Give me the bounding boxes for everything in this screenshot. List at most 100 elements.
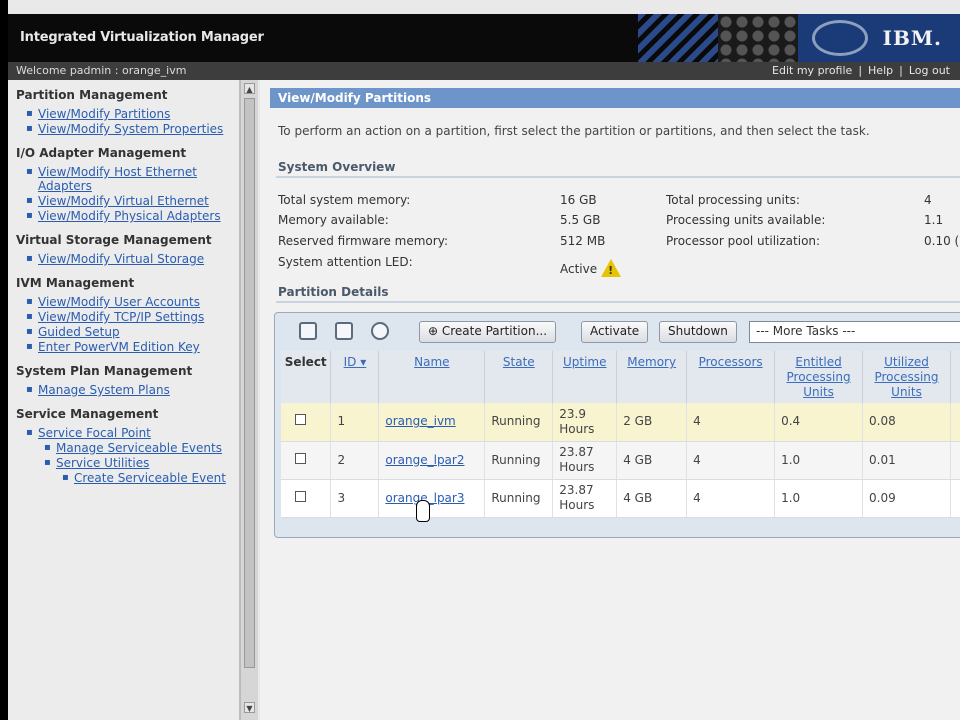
- add-icon: ⊕: [428, 324, 442, 338]
- edit-profile-link[interactable]: Edit my profile: [772, 64, 852, 77]
- cell-uptime: 23.87 Hours: [552, 479, 618, 518]
- nav-heading: Partition Management: [16, 88, 168, 102]
- partition-table: Select ID ▾ Name State Uptime Memory Pro…: [281, 351, 960, 518]
- overview-label: Reserved firmware memory:: [278, 234, 448, 248]
- col-name[interactable]: Name: [378, 351, 486, 403]
- row-checkbox[interactable]: [295, 414, 306, 426]
- nav-item-label[interactable]: View/Modify Virtual Ethernet: [38, 194, 209, 208]
- cell-state: Running: [484, 403, 554, 442]
- sort-arrow-icon[interactable]: ▾: [356, 355, 366, 369]
- nav-item-label[interactable]: View/Modify User Accounts: [38, 295, 200, 309]
- table-row[interactable]: 2 orange_lpar2 Running 23.87 Hours 4 GB …: [281, 441, 960, 480]
- nav-subitem-serviceable-events[interactable]: Manage Serviceable Events: [44, 441, 231, 455]
- nav-item-powervm-key[interactable]: Enter PowerVM Edition Key: [26, 340, 231, 354]
- nav-item-physical-adapters[interactable]: View/Modify Physical Adapters: [26, 209, 231, 223]
- column-label[interactable]: ID: [344, 355, 357, 369]
- refresh-icon[interactable]: [371, 322, 389, 340]
- row-select-cell: [281, 441, 332, 480]
- user-links: Edit my profile | Help | Log out: [772, 64, 950, 77]
- overview-value: 4: [924, 193, 932, 207]
- scroll-up-arrow-icon[interactable]: ▲: [244, 83, 255, 94]
- nav-scrollbar[interactable]: ▲ ▼: [240, 80, 258, 720]
- cell-uptime: 23.9 Hours: [552, 403, 618, 442]
- table-header-row: Select ID ▾ Name State Uptime Memory Pro…: [281, 351, 960, 403]
- nav-item-system-plans[interactable]: Manage System Plans: [26, 383, 231, 397]
- cell-state: Running: [484, 479, 554, 518]
- cell-utilized: 0.09: [862, 479, 951, 518]
- activate-button[interactable]: Activate: [581, 321, 649, 343]
- scroll-down-arrow-icon[interactable]: ▼: [244, 702, 255, 713]
- nav-item-virtual-storage[interactable]: View/Modify Virtual Storage: [26, 252, 231, 266]
- nav-heading: I/O Adapter Management: [16, 146, 187, 160]
- nav-item-label[interactable]: View/Modify Partitions: [38, 107, 170, 121]
- nav-item-system-properties[interactable]: View/Modify System Properties: [26, 122, 231, 136]
- overview-label: Memory available:: [278, 213, 389, 227]
- nav-item-virtual-ethernet[interactable]: View/Modify Virtual Ethernet: [26, 194, 231, 208]
- cell-processors: 4: [686, 479, 776, 518]
- nav-section-partition: Partition Management View/Modify Partiti…: [16, 88, 231, 136]
- nav-item-label[interactable]: View/Modify Virtual Storage: [38, 252, 204, 266]
- row-checkbox[interactable]: [295, 452, 306, 464]
- attention-led-status: Active: [560, 255, 622, 277]
- cell-uptime: 23.87 Hours: [552, 441, 618, 480]
- welcome-text: Welcome padmin : orange_ivm: [16, 64, 187, 77]
- nav-section-service: Service Management Service Focal Point M…: [16, 407, 231, 485]
- nav-item-label[interactable]: Manage Serviceable Events: [56, 441, 222, 455]
- nav-item-service-focal-point[interactable]: Service Focal Point Manage Serviceable E…: [26, 426, 231, 485]
- col-state[interactable]: State: [484, 351, 554, 403]
- help-link[interactable]: Help: [868, 64, 893, 77]
- overview-value: 1.1: [924, 213, 944, 227]
- partition-name-link[interactable]: orange_ivm: [385, 414, 455, 428]
- ibm-logo: IBM.: [882, 26, 942, 50]
- nav-item-label[interactable]: Guided Setup: [38, 325, 120, 339]
- select-all-icon[interactable]: [299, 322, 317, 340]
- nav-item-label[interactable]: Service Utilities: [56, 456, 149, 470]
- cell-id: 2: [330, 441, 380, 480]
- col-id[interactable]: ID ▾: [330, 351, 380, 403]
- table-row[interactable]: 1 orange_ivm Running 23.9 Hours 2 GB 4 0…: [281, 403, 960, 442]
- create-partition-button[interactable]: ⊕ Create Partition...: [419, 321, 557, 343]
- col-memory[interactable]: Memory: [616, 351, 688, 403]
- top-banner: Integrated Virtualization Manager IBM.: [8, 14, 960, 62]
- hex-graphic: [718, 14, 798, 62]
- cell-processors: 4: [686, 441, 776, 480]
- scroll-thumb[interactable]: [244, 98, 255, 668]
- row-checkbox[interactable]: [295, 490, 306, 502]
- cell-memory: 4 GB: [616, 479, 688, 518]
- nav-item-tcpip[interactable]: View/Modify TCP/IP Settings: [26, 310, 231, 324]
- col-utilized-units[interactable]: Utilized Processing Units: [862, 351, 951, 403]
- nav-subitem-service-utilities[interactable]: Service Utilities Create Serviceable Eve…: [44, 456, 231, 485]
- nav-item-user-accounts[interactable]: View/Modify User Accounts: [26, 295, 231, 309]
- warning-icon: [601, 259, 622, 277]
- overview-value: 512 MB: [560, 234, 606, 248]
- cell-entitled: 0.4: [774, 403, 864, 442]
- nav-subitem-create-event[interactable]: Create Serviceable Event: [62, 471, 231, 485]
- cell-overflow: [950, 479, 960, 518]
- nav-item-view-modify-partitions[interactable]: View/Modify Partitions: [26, 107, 231, 121]
- logout-link[interactable]: Log out: [909, 64, 950, 77]
- overview-label: System attention LED:: [278, 255, 413, 269]
- partition-name-link[interactable]: orange_lpar2: [385, 453, 464, 467]
- nav-item-label[interactable]: Enter PowerVM Edition Key: [38, 340, 200, 354]
- nav-item-label[interactable]: View/Modify Host Ethernet Adapters: [38, 165, 197, 193]
- col-entitled-units[interactable]: Entitled Processing Units: [774, 351, 864, 403]
- more-tasks-select[interactable]: --- More Tasks ---: [749, 321, 960, 343]
- overview-value: 16 GB: [560, 193, 597, 207]
- shutdown-button[interactable]: Shutdown: [659, 321, 737, 343]
- nav-item-label[interactable]: View/Modify TCP/IP Settings: [38, 310, 204, 324]
- nav-item-label[interactable]: Create Serviceable Event: [74, 471, 226, 485]
- table-row[interactable]: 3 orange_lpar3 Running 23.87 Hours 4 GB …: [281, 479, 960, 518]
- cell-state: Running: [484, 441, 554, 480]
- nav-item-label[interactable]: View/Modify System Properties: [38, 122, 223, 136]
- link-separator: |: [899, 64, 903, 77]
- nav-item-guided-setup[interactable]: Guided Setup: [26, 325, 231, 339]
- col-uptime[interactable]: Uptime: [552, 351, 618, 403]
- nav-section-io: I/O Adapter Management View/Modify Host …: [16, 146, 231, 223]
- nav-item-host-ethernet[interactable]: View/Modify Host Ethernet Adapters: [26, 165, 231, 193]
- nav-item-label[interactable]: Manage System Plans: [38, 383, 170, 397]
- nav-item-label[interactable]: Service Focal Point: [38, 426, 151, 440]
- nav-section-storage: Virtual Storage Management View/Modify V…: [16, 233, 231, 266]
- col-processors[interactable]: Processors: [686, 351, 776, 403]
- nav-item-label[interactable]: View/Modify Physical Adapters: [38, 209, 221, 223]
- deselect-all-icon[interactable]: [335, 322, 353, 340]
